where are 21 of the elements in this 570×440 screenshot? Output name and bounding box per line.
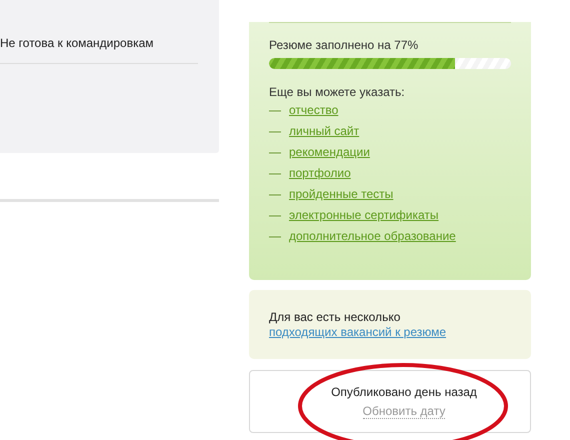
- dash-marker: —: [269, 144, 281, 161]
- dash-marker: —: [269, 165, 281, 182]
- vacancies-link[interactable]: подходящих вакансий к резюме: [269, 325, 511, 340]
- suggestion-link[interactable]: электронные сертификаты: [289, 205, 439, 226]
- suggestion-link[interactable]: рекомендации: [289, 142, 370, 163]
- business-trips-text: Не готова к командировкам: [0, 35, 155, 51]
- dash-marker: —: [269, 123, 281, 140]
- dash-marker: —: [269, 186, 281, 203]
- dash-marker: —: [269, 102, 281, 119]
- dash-marker: —: [269, 207, 281, 224]
- dash-marker: —: [269, 228, 281, 245]
- notice-text: Для вас есть несколько: [269, 310, 402, 325]
- suggestion-link[interactable]: дополнительное образование: [289, 226, 456, 247]
- suggestion-link[interactable]: отчество: [289, 100, 338, 121]
- publication-status: Опубликовано день назад: [330, 384, 477, 400]
- progress-label: Резюме заполнено на 77%: [269, 37, 420, 53]
- suggestion-link[interactable]: пройденные тесты: [289, 184, 394, 205]
- update-date-link[interactable]: Обновить дату: [362, 404, 446, 419]
- suggestion-link[interactable]: портфолио: [289, 163, 351, 184]
- suggestions-heading: Еще вы можете указать:: [269, 84, 406, 100]
- suggestion-link[interactable]: личный сайт: [289, 121, 360, 142]
